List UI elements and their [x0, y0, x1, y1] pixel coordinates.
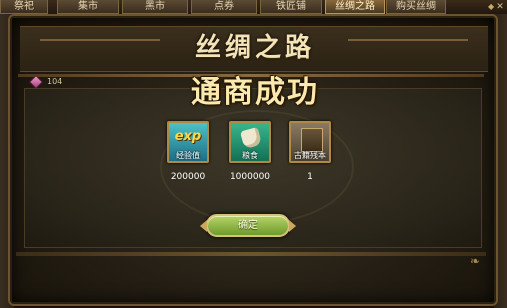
tab-label: 购买丝绸	[396, 1, 436, 12]
dialog-title: 丝绸之路	[194, 33, 315, 63]
tab-label: 集市	[78, 1, 98, 12]
tab-sacrifice[interactable]: 祭祀	[0, 0, 48, 14]
tab-label: 祭祀	[14, 1, 34, 12]
tab-coupons[interactable]: 点券	[191, 0, 257, 14]
reward-quantity-exp: 200000	[170, 172, 206, 182]
reward-item-label: 古籍残本	[294, 151, 326, 160]
currency-value: 104	[47, 77, 63, 86]
tab-label: 丝绸之路	[335, 1, 375, 12]
tab-black-market[interactable]: 黑市	[122, 0, 188, 14]
tab-buy-silk[interactable]: 购买丝绸	[386, 0, 446, 14]
exp-icon: exp	[174, 129, 202, 144]
tab-silk-road[interactable]: 丝绸之路	[325, 0, 385, 14]
ancient-book-icon	[301, 128, 323, 152]
reward-item-label: 经验值	[176, 151, 200, 160]
corner-ornament-icon: ❧	[470, 254, 481, 268]
reward-item-grain[interactable]: 粮食	[229, 121, 271, 163]
reward-item-exp[interactable]: exp 经验值	[167, 121, 209, 163]
tab-label: 黑市	[145, 1, 165, 12]
bottom-frame	[16, 252, 486, 256]
tab-blacksmith[interactable]: 铁匠铺	[260, 0, 322, 14]
tab-scroll-arrow-icon[interactable]: ◆	[488, 2, 494, 11]
reward-item-ancient-book[interactable]: 古籍残本	[289, 121, 331, 163]
close-icon[interactable]: ✕	[494, 1, 506, 13]
tab-bar: 祭祀 集市 黑市 点券 铁匠铺 丝绸之路 购买丝绸 ◆ ✕	[0, 0, 507, 15]
tab-market[interactable]: 集市	[57, 0, 119, 14]
tab-label: 铁匠铺	[276, 1, 306, 12]
reward-item-label: 粮食	[242, 151, 258, 160]
title-ornament-right	[348, 39, 468, 41]
grain-sack-icon	[239, 126, 263, 150]
reward-quantity-book: 1	[307, 172, 313, 182]
confirm-button[interactable]: 确定	[200, 214, 296, 237]
title-ornament-left	[40, 39, 160, 41]
trade-success-banner: 通商成功	[191, 75, 319, 110]
tab-label: 点券	[214, 1, 234, 12]
reward-quantity-grain: 1000000	[229, 172, 271, 182]
